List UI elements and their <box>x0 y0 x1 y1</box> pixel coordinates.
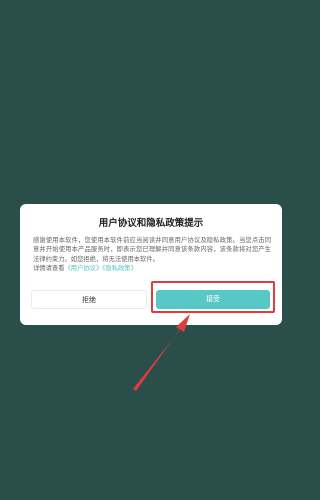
pointer-arrow-icon <box>133 314 190 391</box>
pointer-arrow-shape <box>133 314 190 391</box>
